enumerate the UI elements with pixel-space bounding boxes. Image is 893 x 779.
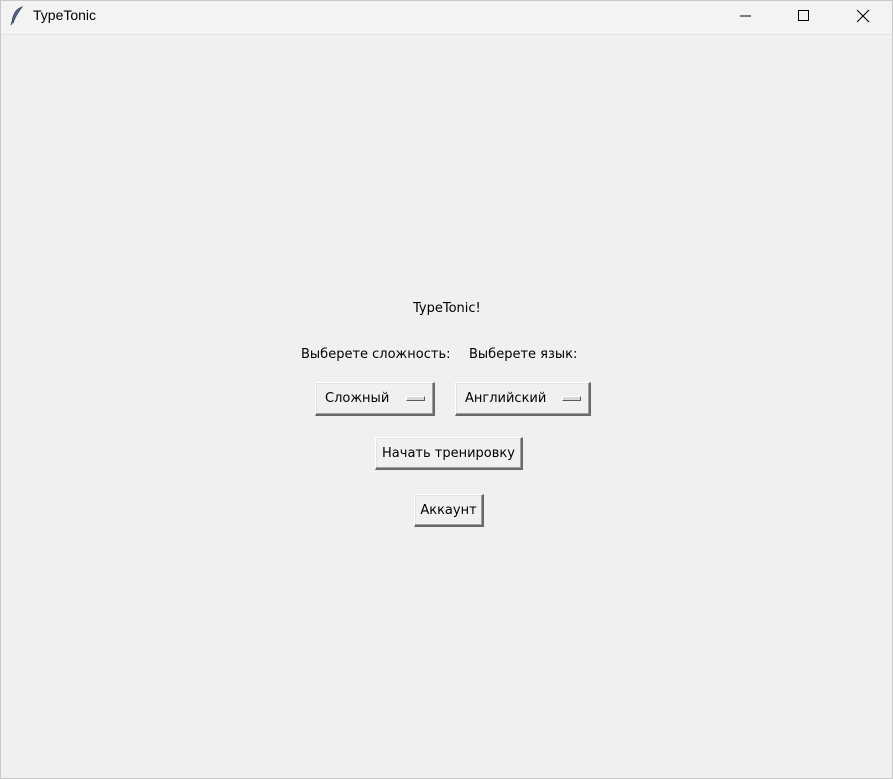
window-title: TypeTonic [33, 7, 97, 23]
title-bar[interactable]: TypeTonic [1, 1, 892, 35]
close-button[interactable] [834, 1, 892, 30]
option-menu-indicator-icon [406, 396, 425, 401]
start-training-button[interactable]: Начать тренировку [375, 437, 523, 470]
app-title: TypeTonic! [413, 301, 481, 316]
maximize-icon [798, 9, 810, 22]
language-label: Выберете язык: [469, 347, 578, 362]
minimize-button[interactable] [717, 1, 775, 30]
close-icon [856, 9, 870, 23]
language-select-value: Английский [465, 391, 547, 406]
account-button[interactable]: Аккаунт [414, 494, 484, 527]
feather-icon [10, 6, 24, 26]
difficulty-select[interactable]: Сложный [315, 382, 435, 416]
minimize-icon [740, 10, 752, 22]
difficulty-label: Выберете сложность: [301, 347, 451, 362]
option-menu-indicator-icon [562, 396, 581, 401]
difficulty-select-value: Сложный [325, 391, 390, 406]
language-select[interactable]: Английский [455, 382, 591, 416]
maximize-button[interactable] [775, 1, 833, 30]
app-window: TypeTonic TypeTonic! Выберете сложность:… [0, 0, 893, 779]
